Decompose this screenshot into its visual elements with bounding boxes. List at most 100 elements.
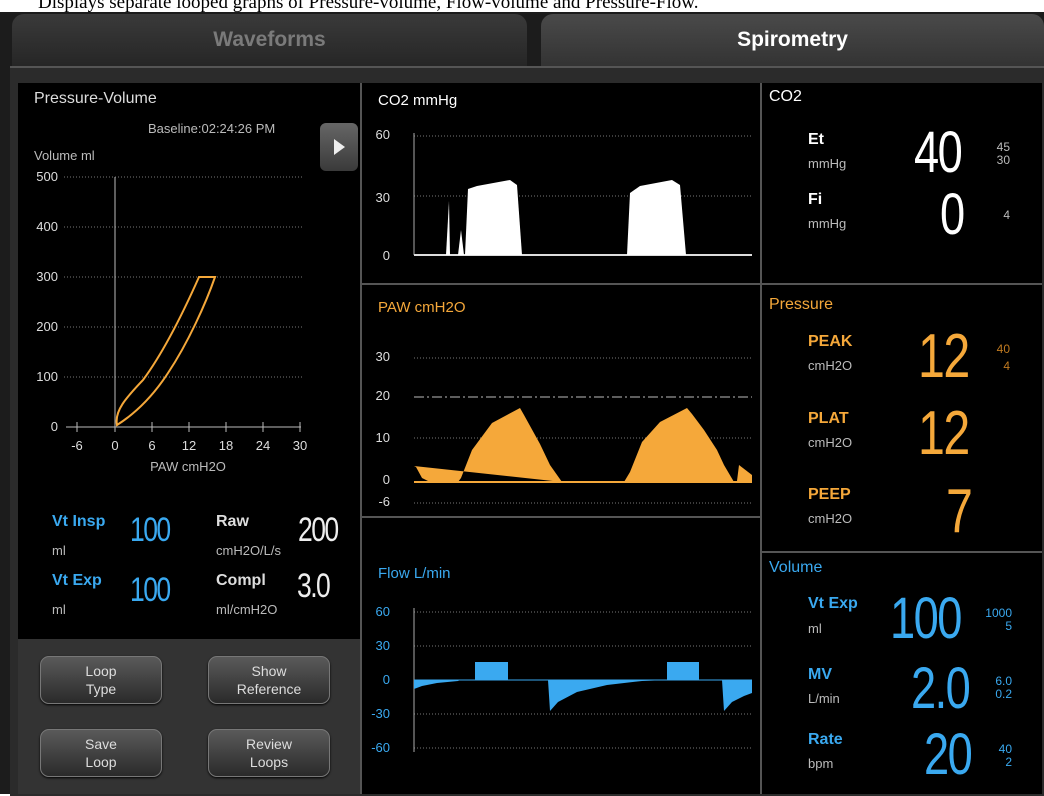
play-arrow-icon bbox=[334, 139, 345, 155]
mv-unit: L/min bbox=[808, 691, 840, 706]
vt-exp-low-limit: 5 bbox=[1005, 619, 1012, 633]
et-unit: mmHg bbox=[808, 156, 847, 171]
pressure-section-title: Pressure bbox=[769, 296, 834, 313]
paw-tick: 10 bbox=[376, 430, 390, 445]
spirometry-content: Pressure-Volume Baseline:02:24:26 PM Vol… bbox=[18, 83, 1042, 794]
button-label: Reference bbox=[236, 681, 302, 697]
show-reference-button[interactable]: Show Reference bbox=[208, 656, 330, 704]
peep-unit: cmH2O bbox=[808, 511, 853, 526]
loop-baseline: Baseline:02:24:26 PM bbox=[148, 121, 276, 136]
paw-tick: 20 bbox=[376, 388, 390, 403]
co2-wave-title: CO2 mmHg bbox=[378, 92, 458, 109]
tab-waveforms[interactable]: Waveforms bbox=[12, 14, 527, 66]
pressure-volume-loop-chart: Volume ml 500 400 300 200 100 0 -6 0 6 1… bbox=[34, 148, 307, 474]
paw-wave-title: PAW cmH2O bbox=[378, 299, 466, 316]
volume-section-title: Volume bbox=[769, 559, 823, 576]
vt-insp-value: 100 bbox=[130, 511, 171, 549]
flow-wave-title: Flow L/min bbox=[378, 565, 451, 582]
plat-value: 12 bbox=[918, 399, 970, 468]
rate-unit: bpm bbox=[808, 756, 834, 771]
co2-section-title: CO2 bbox=[769, 88, 802, 105]
compl-value: 3.0 bbox=[297, 567, 331, 605]
peak-label: PEAK bbox=[808, 333, 853, 350]
peak-value: 12 bbox=[918, 322, 970, 391]
x-tick: 6 bbox=[148, 438, 155, 453]
button-label: Loop bbox=[85, 754, 117, 770]
y-tick: 300 bbox=[36, 269, 58, 284]
raw-value: 200 bbox=[298, 511, 339, 549]
flow-tick: 0 bbox=[383, 672, 390, 687]
mv-low-limit: 0.2 bbox=[995, 687, 1012, 701]
save-loop-button[interactable]: Save Loop bbox=[40, 729, 162, 777]
co2-tick: 30 bbox=[376, 190, 390, 205]
compl-unit: ml/cmH2O bbox=[216, 602, 278, 617]
peak-limits: 40 4 bbox=[986, 343, 1010, 373]
y-tick: 100 bbox=[36, 369, 58, 384]
fi-unit: mmHg bbox=[808, 216, 847, 231]
tab-spirometry[interactable]: Spirometry bbox=[541, 14, 1044, 66]
x-tick: 30 bbox=[293, 438, 307, 453]
peep-label: PEEP bbox=[808, 486, 851, 503]
etco2-value: 40 bbox=[914, 120, 963, 185]
mv-value: 2.0 bbox=[911, 656, 971, 721]
button-label: Type bbox=[85, 681, 117, 697]
button-label: Save bbox=[85, 736, 117, 752]
x-tick: -6 bbox=[71, 438, 83, 453]
button-label: Loops bbox=[249, 754, 289, 770]
pressure-volume-loop-trace bbox=[115, 276, 217, 427]
mv-limits: 6.0 0.2 bbox=[980, 675, 1012, 701]
co2-tick: 60 bbox=[376, 127, 390, 142]
vt-exp-unit: ml bbox=[52, 602, 66, 617]
expand-arrow-button[interactable] bbox=[320, 123, 358, 171]
rate-label: Rate bbox=[808, 731, 843, 748]
loop-y-ticks: 500 400 300 200 100 0 bbox=[36, 169, 58, 434]
vt-insp-unit: ml bbox=[52, 543, 66, 558]
paw-tick: 0 bbox=[383, 472, 390, 487]
paw-tick: -6 bbox=[378, 494, 390, 509]
rate-limits: 40 2 bbox=[986, 743, 1012, 769]
divider bbox=[760, 83, 762, 794]
review-loops-button[interactable]: Review Loops bbox=[208, 729, 330, 777]
button-label: Show bbox=[251, 663, 287, 679]
loop-x-label: PAW cmH2O bbox=[150, 459, 226, 474]
flow-tick: 60 bbox=[376, 604, 390, 619]
fi-label: Fi bbox=[808, 191, 823, 208]
compl-label: Compl bbox=[216, 572, 266, 589]
button-label: Review bbox=[246, 736, 292, 752]
vt-exp-limits: 1000 5 bbox=[980, 607, 1012, 633]
button-label: Loop bbox=[85, 663, 117, 679]
x-tick: 24 bbox=[256, 438, 270, 453]
flow-waveform: 60 30 0 -30 -60 bbox=[371, 604, 752, 755]
et-label: Et bbox=[808, 131, 824, 148]
plat-label: PLAT bbox=[808, 410, 849, 427]
flow-tick: 30 bbox=[376, 638, 390, 653]
etco2-limits: 45 30 bbox=[986, 141, 1010, 167]
plat-unit: cmH2O bbox=[808, 435, 853, 450]
flow-tick: -30 bbox=[371, 706, 390, 721]
x-tick: 0 bbox=[111, 438, 118, 453]
fico2-value: 0 bbox=[940, 182, 965, 247]
rate-low-limit: 2 bbox=[1005, 755, 1012, 769]
peak-low-limit: 4 bbox=[1003, 359, 1010, 373]
loop-y-label: Volume ml bbox=[34, 148, 95, 163]
y-tick: 0 bbox=[51, 419, 58, 434]
raw-label: Raw bbox=[216, 513, 249, 530]
peak-high-limit: 40 bbox=[996, 342, 1010, 356]
paw-waveform: 30 20 10 0 -6 bbox=[376, 349, 752, 509]
mv-label: MV bbox=[808, 666, 832, 683]
vt-exp-num-unit: ml bbox=[808, 621, 822, 636]
x-tick: 12 bbox=[182, 438, 196, 453]
y-tick: 500 bbox=[36, 169, 58, 184]
loop-x-ticks: -6 0 6 12 18 24 30 bbox=[71, 438, 307, 453]
vt-insp-label: Vt Insp bbox=[52, 513, 106, 530]
fico2-high-limit: 4 bbox=[1003, 208, 1010, 222]
loop-type-button[interactable]: Loop Type bbox=[40, 656, 162, 704]
co2-waveform: 60 30 0 bbox=[376, 127, 752, 263]
rate-value: 20 bbox=[924, 722, 973, 787]
paw-tick: 30 bbox=[376, 349, 390, 364]
x-tick: 18 bbox=[219, 438, 233, 453]
co2-tick: 0 bbox=[383, 248, 390, 263]
vt-exp-num-value: 100 bbox=[890, 586, 962, 651]
vt-exp-num-label: Vt Exp bbox=[808, 595, 858, 612]
peep-value: 7 bbox=[946, 477, 973, 546]
